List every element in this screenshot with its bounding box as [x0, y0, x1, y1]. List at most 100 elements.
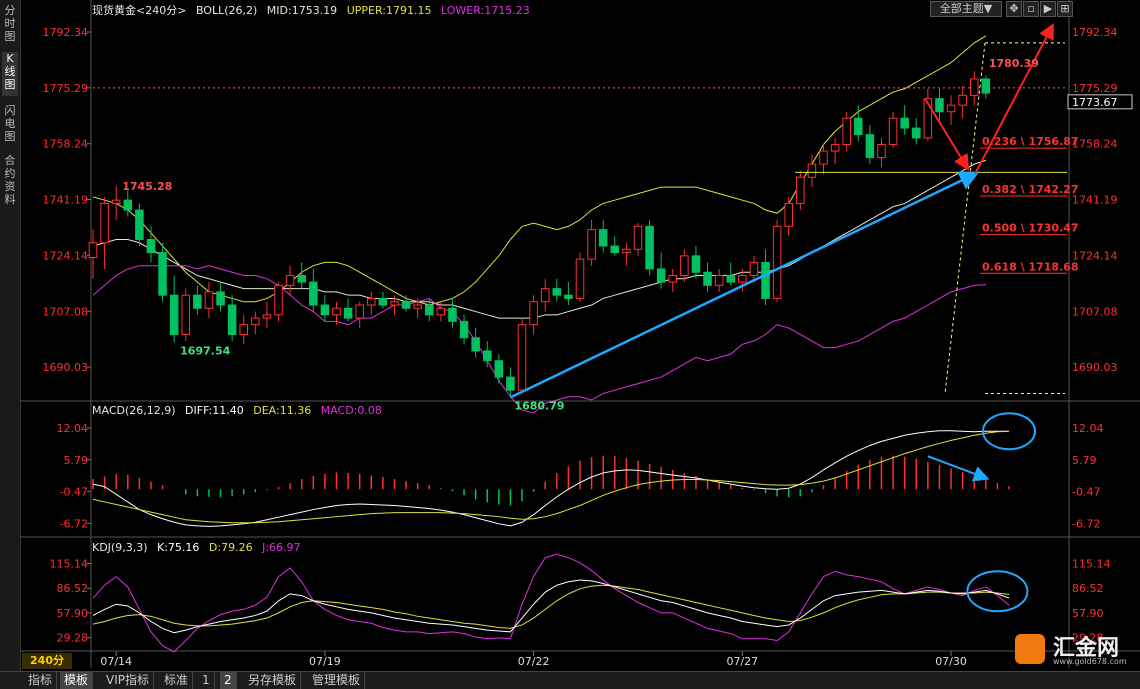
theme-dropdown[interactable]: 全部主题▼ [930, 1, 1002, 17]
candle-body [622, 248, 631, 254]
candle-body [587, 229, 596, 260]
candle-body [146, 238, 156, 254]
candle-body [413, 304, 422, 309]
candle-body [193, 294, 202, 309]
bottom-tab-save-template[interactable]: 另存模板 [244, 672, 302, 689]
price-tick-right: 1741.19 [1072, 194, 1118, 207]
candle-body [390, 301, 399, 306]
candle-body [251, 317, 260, 326]
kdj-legend: KDJ(9,3,3) K:75.16 D:79.26 J:66.97 [92, 541, 307, 554]
boll-mid-label: MID:1753.19 [266, 4, 338, 17]
symbol-label: 现货黄金<240分> [92, 4, 187, 17]
candle-body [355, 304, 364, 319]
bottom-tab-standard[interactable]: 标准 [160, 672, 194, 689]
candle-body [888, 117, 898, 145]
chart-canvas[interactable]: 1792.34 1792.34 1775.29 1775.29 1758.24 1758.… [20, 0, 1140, 671]
candle-body [135, 209, 144, 240]
price-tick-right: 1775.29 [1072, 82, 1118, 95]
candle-body [285, 275, 295, 286]
price-tick-right: 1758.24 [1072, 138, 1118, 151]
kdj-title: KDJ(9,3,3) [92, 541, 148, 554]
kdj-k-line [92, 579, 1010, 634]
left-low-annotation: 1697.54 [180, 345, 230, 358]
tab-flash[interactable]: 闪电图 [2, 104, 18, 144]
candle-body [969, 78, 979, 96]
candle-body [772, 225, 782, 299]
gold-logo-icon [1015, 634, 1045, 664]
candle-body [181, 294, 191, 335]
kdj-k-label: K:75.16 [157, 541, 200, 554]
candle-body [506, 376, 515, 391]
tab-kline[interactable]: K线图 [2, 52, 18, 96]
bottom-tab-vip[interactable]: VIP指标 [102, 672, 154, 689]
candle-body [761, 261, 770, 299]
candle-body [88, 242, 98, 259]
candle-body [262, 314, 272, 319]
boll-upper-label: UPPER:1791.15 [346, 4, 432, 17]
candle-body [656, 268, 666, 283]
kdj-tick-left: 29.28 [57, 632, 89, 645]
price-tick-left: 1690.03 [43, 361, 89, 374]
candle-body [216, 291, 225, 306]
candle-body [529, 301, 538, 326]
layout-button[interactable]: ⊞ [1057, 1, 1073, 17]
boll-label: BOLL(26,2) [195, 4, 258, 17]
watermark: 汇金网 www.gold678.com [1015, 630, 1133, 670]
kdj-highlight-circle [966, 570, 1029, 613]
candle-body [854, 117, 863, 136]
candle-body [169, 294, 179, 335]
crosshair-button[interactable]: ✥ [1006, 1, 1022, 17]
bottom-tab-template[interactable]: 模板 [60, 672, 94, 689]
kdj-j-label: J:66.97 [262, 541, 301, 554]
fib-level-label: 0.618 \ 1718.68 [982, 260, 1079, 273]
bottom-tab-manage-template[interactable]: 管理模板 [308, 672, 366, 689]
price-tick-left: 1775.29 [43, 82, 89, 95]
candle-body [482, 350, 492, 362]
zoom-out-button[interactable]: ▫ [1023, 1, 1039, 17]
candle-body [332, 307, 341, 316]
candle-body [158, 252, 167, 296]
bottom-tab-2[interactable]: 2 [220, 672, 237, 689]
macd-dif-line [92, 430, 1010, 527]
macd-tick-right: 12.04 [1072, 422, 1104, 435]
candle-body [819, 150, 828, 165]
candle-body [865, 134, 875, 159]
candle-body [575, 258, 585, 299]
macd-legend: MACD(26,12,9) DIFF:11.40 DEA:11.36 MACD:… [92, 404, 388, 417]
play-button[interactable]: ▶ [1040, 1, 1056, 17]
kdj-tick-right: 57.90 [1072, 607, 1104, 620]
candle-body [540, 288, 550, 303]
candle-body [714, 275, 724, 286]
candle-body [552, 288, 562, 296]
left-tab-strip: 分时图 K线图 闪电图 合约资料 [0, 0, 21, 688]
bottom-tab-indicator[interactable]: 指标 [24, 672, 58, 689]
candle-body [598, 229, 608, 247]
period-label[interactable]: 240分 [22, 653, 72, 669]
candle-body [900, 117, 909, 129]
macd-tick-right: -6.72 [1072, 517, 1100, 530]
macd-value-label: MACD:0.08 [320, 404, 382, 417]
candle-body [749, 261, 759, 277]
price-tick-left: 1707.08 [43, 305, 89, 318]
candle-body [877, 143, 886, 159]
macd-title: MACD(26,12,9) [92, 404, 176, 417]
macd-tick-left: -6.72 [60, 517, 88, 530]
bottom-tab-1[interactable]: 1 [198, 672, 215, 689]
macd-down-arrow [927, 455, 990, 482]
candle-body [204, 291, 214, 309]
kdj-tick-right: 86.52 [1072, 582, 1104, 595]
candle-body [517, 324, 527, 391]
macd-tick-left: 5.79 [64, 454, 89, 467]
candle-body [471, 337, 480, 352]
candle-body [807, 163, 817, 178]
kdj-tick-left: 57.90 [57, 607, 89, 620]
left-high-annotation: 1745.28 [122, 180, 172, 193]
candle-body [610, 245, 620, 254]
price-tick-right: 1707.08 [1072, 305, 1118, 318]
candle-body [564, 294, 573, 299]
candle-body [274, 284, 283, 316]
tab-timeshare[interactable]: 分时图 [2, 4, 18, 44]
candle-body [842, 117, 851, 145]
tab-contract-info[interactable]: 合约资料 [2, 154, 18, 210]
candle-body [367, 297, 376, 306]
